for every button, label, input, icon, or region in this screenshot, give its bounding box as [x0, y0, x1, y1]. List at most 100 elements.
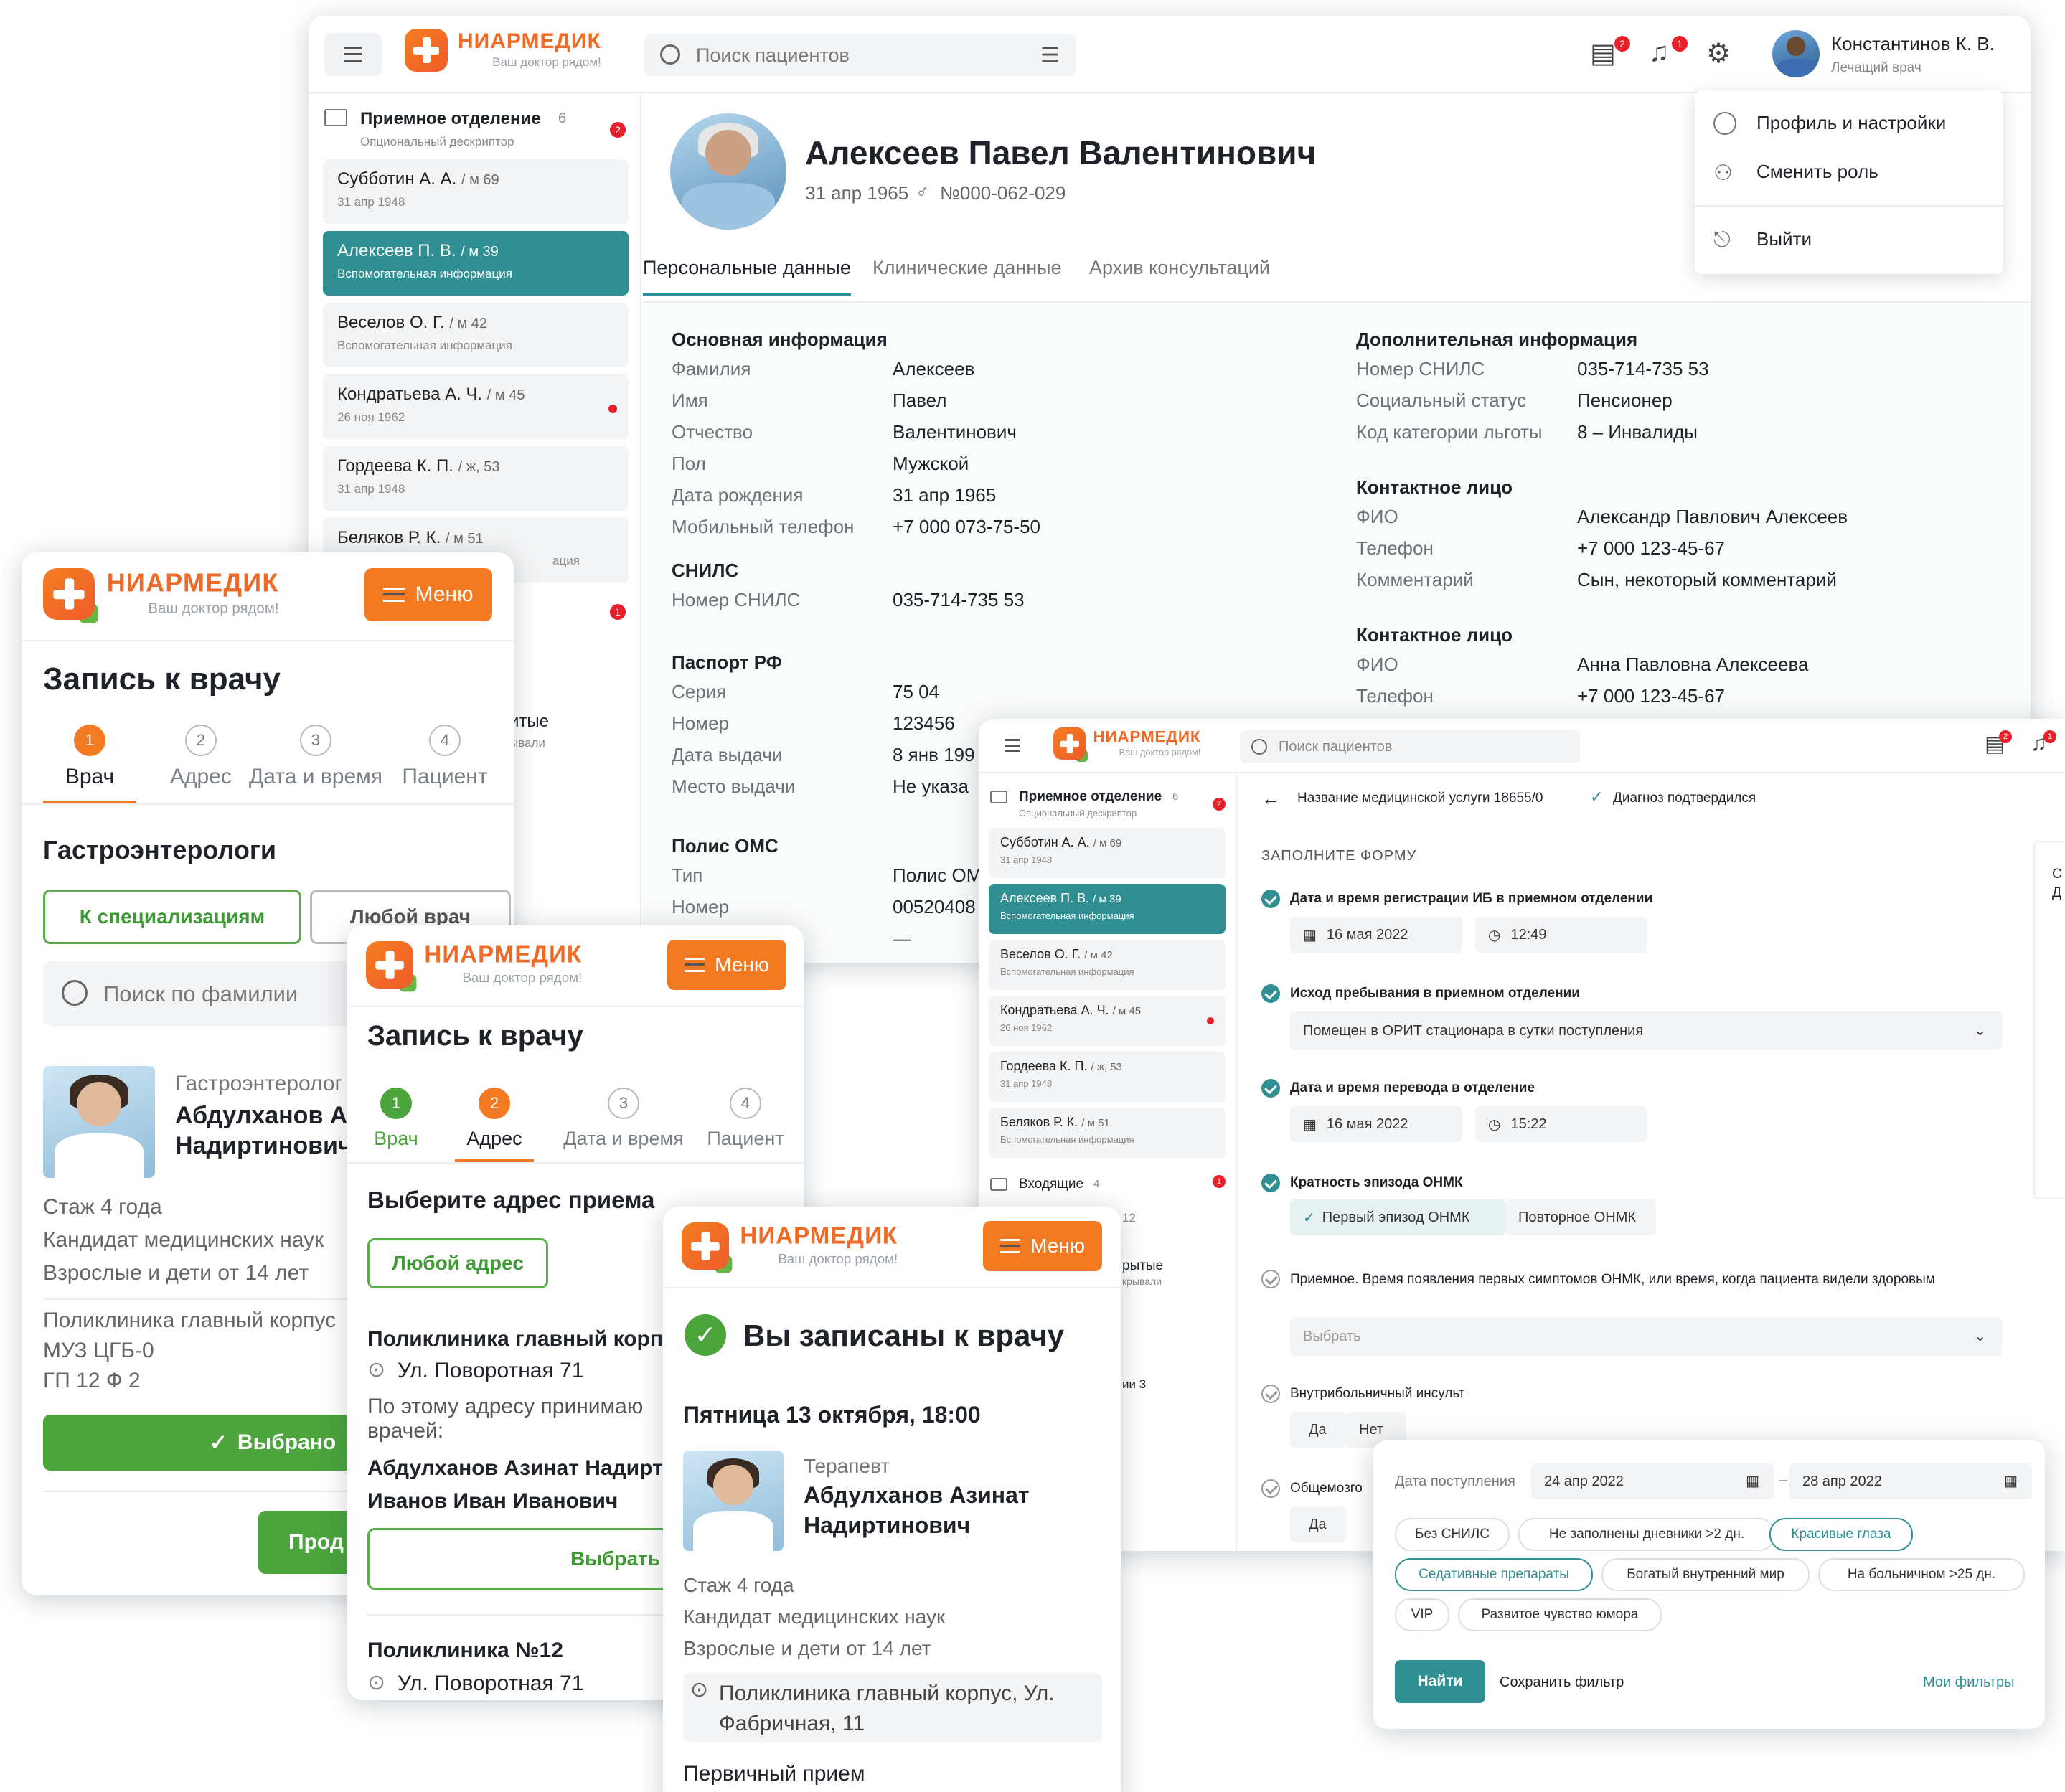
step-doctor[interactable]: 1 Врач [360, 1088, 432, 1150]
step-patient[interactable]: 4 Пациент [699, 1088, 792, 1150]
filter-icon[interactable]: ☰ [1040, 43, 1060, 68]
q7-label: Общемозго [1290, 1481, 1363, 1496]
logo[interactable]: НИАРМЕДИК Ваш доктор рядом! [682, 1222, 898, 1273]
folder-icon [990, 791, 1007, 803]
dropdown-profile[interactable]: Профиль и настройки [1756, 112, 1946, 134]
patient-item[interactable]: Веселов О. Г. / м 42 Вспомогательная инфо… [989, 940, 1226, 990]
search-input[interactable]: Поиск пациентов [1279, 739, 1392, 755]
patient-item[interactable]: Веселов О. Г. / м 42 Вспомогательная инфо… [323, 303, 629, 367]
patient-item[interactable]: Гордеева К. П. / ж, 53 31 апр 1948 [989, 1052, 1226, 1102]
search-input[interactable]: Поиск по фамилии [103, 981, 298, 1007]
menu-button[interactable]: Меню [983, 1221, 1102, 1271]
save-filter-button[interactable]: Сохранить фильтр [1500, 1674, 1624, 1691]
address-box: ⊙ Поликлиника главный корпус, Ул. Фабрич… [683, 1673, 1102, 1742]
q3-date: 16 мая 2022 [1326, 1116, 1408, 1132]
patient-item-active[interactable]: Алексеев П. В. / м 39 Вспомогательная инф… [323, 231, 629, 296]
q3-time-field[interactable]: ◷ 15:22 [1475, 1106, 1647, 1142]
hidden-snippet: 12 [1122, 1211, 1136, 1225]
find-button[interactable]: Найти [1395, 1660, 1485, 1703]
clinic-info: ГП 12 Ф 2 [43, 1369, 141, 1392]
patient-item[interactable]: Кондратьева А. Ч. / м 45 26 ноя 1962 [323, 374, 629, 439]
step-datetime[interactable]: 3 Дата и время [244, 725, 387, 789]
field-label: Дата рождения [672, 484, 804, 506]
page-title: Вы записаны к врачу [743, 1319, 1065, 1352]
dropdown-switch-role[interactable]: Сменить роль [1756, 161, 1878, 183]
step-datetime[interactable]: 3 Дата и время [555, 1088, 692, 1150]
q3-time: 15:22 [1510, 1116, 1547, 1132]
field-label: Фамилия [672, 358, 751, 379]
logo-tagline: Ваш доктор рядом! [1119, 747, 1201, 758]
user-name[interactable]: Константинов К. В. [1831, 33, 1995, 55]
folder-icon [990, 1178, 1007, 1191]
tab-archive[interactable]: Архив консультаций [1089, 257, 1270, 279]
patient-item[interactable]: Алексеев П. В. / м 39 Вспомогательная инф… [989, 884, 1226, 934]
q2-select[interactable]: Помещен в ОРИТ стационара в сутки поступ… [1290, 1011, 2002, 1050]
filter-chip-selected[interactable]: Красивые глаза [1769, 1518, 1913, 1551]
patient-item[interactable]: Беляков Р. К. / м 51 Вспомогательная инфо… [989, 1108, 1226, 1158]
filter-chip[interactable]: Богатый внутренний мир [1601, 1558, 1810, 1591]
logo[interactable]: НИАРМЕДИК Ваш доктор рядом! [1053, 727, 1201, 762]
q4-option-repeat[interactable]: Повторное ОНМК [1505, 1199, 1656, 1235]
my-filters-link[interactable]: Мои фильтры [1923, 1674, 2015, 1691]
clinic-doctor: Абдулханов Азинат Надирт [367, 1456, 663, 1480]
tab-clinical[interactable]: Клинические данные [872, 257, 1062, 279]
section-title: Гастроэнтерологи [43, 835, 276, 864]
q4-option-first[interactable]: ✓ Первый эпизод ОНМК [1290, 1199, 1505, 1235]
patient-item[interactable]: Кондратьева А. Ч. / м 45 26 ноя 1962 [989, 996, 1226, 1046]
date-to-field[interactable]: 28 апр 2022 ▦ [1789, 1463, 2032, 1499]
step-patient[interactable]: 4 Пациент [395, 725, 495, 789]
step-address[interactable]: 2 Адрес [154, 725, 248, 789]
logo[interactable]: НИАРМЕДИК Ваш доктор рядом! [405, 29, 601, 75]
filter-chip[interactable]: VIP [1395, 1598, 1449, 1631]
q7-yes[interactable]: Да [1290, 1506, 1346, 1542]
q1-time-field[interactable]: ◷ 12:49 [1475, 917, 1647, 953]
menu-button[interactable]: Меню [364, 568, 492, 621]
filter-chip-selected[interactable]: Седативные препараты [1395, 1558, 1593, 1591]
q1-date-field[interactable]: ▦ 16 мая 2022 [1290, 917, 1462, 953]
patient-item[interactable]: Субботин А. А. / м 69 31 апр 1948 [989, 828, 1226, 878]
inbox-title[interactable]: Входящие [1019, 1176, 1083, 1192]
tab-personal[interactable]: Персональные данные [643, 257, 851, 296]
q3-date-field[interactable]: ▦ 16 мая 2022 [1290, 1106, 1462, 1142]
logout-icon: ⎋ [1713, 228, 1731, 252]
hamburger-icon [344, 47, 362, 62]
clinic-address: Ул. Поворотная 71 [398, 1671, 584, 1695]
search-bar[interactable]: Поиск пациентов ☰ [644, 34, 1076, 76]
profile-icon [1713, 112, 1736, 135]
filter-chip[interactable]: Развитое чувство юмора [1458, 1598, 1662, 1631]
filter-chip[interactable]: На больничном >25 дн. [1818, 1558, 2025, 1591]
patient-meta: м 51 [453, 531, 484, 547]
back-arrow-icon[interactable]: ← [1261, 788, 1280, 810]
filter-chip[interactable]: Без СНИЛС [1395, 1518, 1510, 1551]
q6-yes[interactable]: Да [1290, 1412, 1346, 1448]
settings-icon[interactable]: ⚙ [1706, 37, 1731, 70]
any-address-button[interactable]: Любой адрес [367, 1238, 548, 1288]
bell-icon[interactable]: ♫ [1649, 37, 1670, 68]
doctor-spec: Гастроэнтеролог [175, 1072, 343, 1095]
q5-select[interactable]: Выбрать ⌄ [1290, 1317, 2002, 1356]
patient-item[interactable]: Гордеева К. П. / ж, 53 31 апр 1948 [323, 446, 629, 511]
step-doctor[interactable]: 1 Врач [43, 725, 136, 789]
search-bar[interactable]: Поиск пациентов [1240, 730, 1580, 763]
patient-name: Беляков Р. К. [1000, 1115, 1078, 1129]
menu-button[interactable] [324, 33, 382, 76]
doctor-photo [683, 1451, 784, 1551]
folder-title[interactable]: Приемное отделение [360, 109, 541, 129]
patient-meta: ж, 53 [466, 459, 500, 475]
step-address[interactable]: 2 Адрес [455, 1088, 534, 1150]
filter-chip[interactable]: Не заполнены дневники >2 дн. [1518, 1518, 1775, 1551]
folder-title[interactable]: Приемное отделение [1019, 789, 1162, 805]
logo[interactable]: НИАРМЕДИК Ваш доктор рядом! [366, 941, 582, 992]
search-input[interactable]: Поиск пациентов [696, 44, 850, 67]
hamburger-icon[interactable] [1005, 739, 1020, 752]
date-from-field[interactable]: 24 апр 2022 ▦ [1531, 1463, 1774, 1499]
clinic-address: Ул. Поворотная 71 [398, 1359, 584, 1382]
patient-item[interactable]: Субботин А. А. / м 69 31 апр 1948 [323, 159, 629, 224]
menu-button[interactable]: Меню [667, 940, 786, 990]
user-avatar[interactable] [1772, 30, 1820, 77]
logo[interactable]: НИАРМЕДИК Ваш доктор рядом! [43, 568, 279, 623]
to-specializations-button[interactable]: К специализациям [43, 890, 301, 944]
divider [22, 640, 514, 641]
dropdown-logout[interactable]: Выйти [1756, 228, 1812, 250]
messages-icon[interactable]: ▤ [1590, 37, 1616, 70]
